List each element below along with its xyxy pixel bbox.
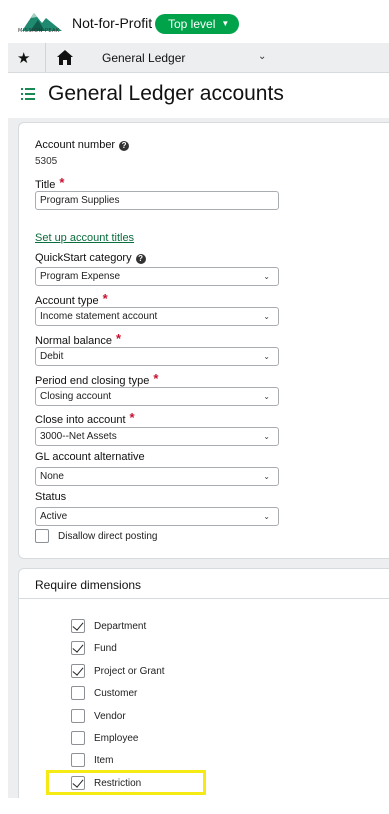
dimension-checkbox-project-or-grant[interactable] bbox=[71, 664, 85, 678]
closing-type-select[interactable]: Closing account ⌄ bbox=[35, 387, 279, 406]
chevron-down-icon: ⌄ bbox=[263, 432, 270, 441]
chevron-down-icon: ⌄ bbox=[263, 272, 270, 281]
dimension-label-department: Department bbox=[94, 621, 147, 632]
account-type-label: Account type * bbox=[35, 291, 108, 307]
close-into-account-select[interactable]: 3000--Net Assets ⌄ bbox=[35, 427, 279, 446]
entity-level-label: Top level bbox=[168, 17, 216, 31]
account-number-label: Account number? bbox=[35, 139, 130, 151]
section-divider bbox=[19, 598, 389, 599]
chevron-down-icon[interactable]: ⌄ bbox=[258, 51, 266, 62]
entity-level-button[interactable]: Top level ▼ bbox=[155, 14, 240, 34]
logo-text: MISSION PEAK bbox=[18, 28, 60, 34]
title-label: Title * bbox=[35, 175, 65, 191]
dimension-checkbox-item[interactable] bbox=[71, 753, 85, 767]
page-header: General Ledger accounts bbox=[8, 73, 389, 118]
disallow-direct-posting-checkbox[interactable] bbox=[35, 529, 49, 543]
help-icon[interactable]: ? bbox=[135, 254, 146, 264]
required-marker: * bbox=[116, 331, 122, 346]
setup-account-titles-link[interactable]: Set up account titles bbox=[35, 232, 134, 244]
chevron-down-icon: ⌄ bbox=[263, 392, 270, 401]
dimension-label-project-or-grant: Project or Grant bbox=[94, 666, 165, 677]
closing-type-label: Period end closing type * bbox=[35, 371, 159, 387]
highlight-box bbox=[46, 770, 206, 795]
nav-divider bbox=[45, 43, 46, 73]
quickstart-category-select[interactable]: Program Expense ⌄ bbox=[35, 267, 279, 286]
module-selector[interactable]: General Ledger bbox=[102, 51, 185, 65]
module-nav-bar: ★ General Ledger ⌄ bbox=[8, 43, 389, 73]
dimension-checkbox-employee[interactable] bbox=[71, 731, 85, 745]
status-label: Status bbox=[35, 491, 67, 503]
dimension-checkbox-fund[interactable] bbox=[71, 641, 85, 655]
company-name[interactable]: Not-for-Profit bbox=[72, 15, 152, 31]
normal-balance-label: Normal balance * bbox=[35, 331, 122, 347]
gl-account-alternative-value: None bbox=[40, 471, 64, 482]
require-dimensions-title: Require dimensions bbox=[35, 578, 142, 592]
chevron-down-icon: ⌄ bbox=[263, 352, 270, 361]
dimension-label-fund: Fund bbox=[94, 643, 117, 654]
status-value: Active bbox=[40, 511, 68, 522]
disallow-direct-posting-label: Disallow direct posting bbox=[58, 531, 158, 542]
close-into-account-value: 3000--Net Assets bbox=[40, 431, 117, 442]
close-into-account-label: Close into account * bbox=[35, 410, 135, 426]
dimension-checkbox-vendor[interactable] bbox=[71, 709, 85, 723]
chevron-down-icon: ⌄ bbox=[263, 512, 270, 521]
required-marker: * bbox=[102, 291, 108, 306]
star-icon[interactable]: ★ bbox=[17, 49, 30, 67]
gl-account-alternative-label: GL account alternative bbox=[35, 451, 145, 463]
closing-type-value: Closing account bbox=[40, 391, 112, 402]
list-icon[interactable] bbox=[21, 87, 35, 101]
dimension-label-customer: Customer bbox=[94, 688, 138, 699]
required-marker: * bbox=[153, 371, 159, 386]
chevron-down-icon: ⌄ bbox=[263, 312, 270, 321]
title-input[interactable]: Program Supplies bbox=[35, 191, 279, 210]
account-number-value: 5305 bbox=[35, 156, 58, 167]
dimension-label-item: Item bbox=[94, 755, 114, 766]
page-title: General Ledger accounts bbox=[48, 82, 284, 105]
status-select[interactable]: Active ⌄ bbox=[35, 507, 279, 526]
quickstart-category-value: Program Expense bbox=[40, 271, 121, 282]
top-bar: MISSION PEAK Not-for-Profit Top level ▼ bbox=[0, 0, 389, 43]
help-icon[interactable]: ? bbox=[119, 141, 130, 151]
gl-account-alternative-select[interactable]: None ⌄ bbox=[35, 467, 279, 486]
chevron-down-icon: ⌄ bbox=[263, 472, 270, 481]
normal-balance-select[interactable]: Debit ⌄ bbox=[35, 347, 279, 366]
required-marker: * bbox=[59, 175, 65, 190]
quickstart-category-label: QuickStart category? bbox=[35, 252, 146, 264]
dimension-checkbox-department[interactable] bbox=[71, 619, 85, 633]
dimension-checkbox-customer[interactable] bbox=[71, 686, 85, 700]
chevron-down-icon: ▼ bbox=[221, 19, 230, 28]
dimension-label-employee: Employee bbox=[94, 733, 139, 744]
dimension-label-vendor: Vendor bbox=[94, 711, 126, 722]
normal-balance-value: Debit bbox=[40, 351, 64, 362]
required-marker: * bbox=[129, 410, 135, 425]
account-type-select[interactable]: Income statement account ⌄ bbox=[35, 307, 279, 326]
home-icon[interactable] bbox=[56, 49, 74, 66]
account-type-value: Income statement account bbox=[40, 311, 158, 322]
